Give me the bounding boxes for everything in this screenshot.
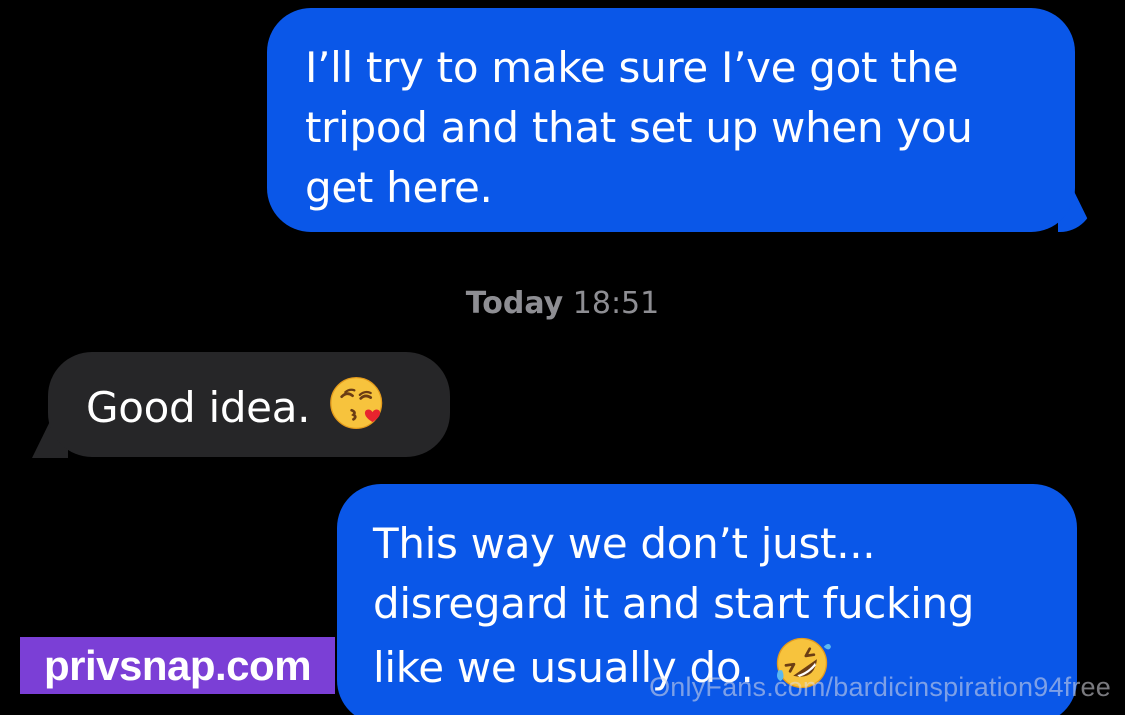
timestamp-divider: Today 18:51 (0, 284, 1125, 324)
message-text: Good idea. (86, 383, 311, 432)
site-label-badge: privsnap.com (20, 637, 335, 694)
received-message-bubble[interactable]: Good idea. (48, 352, 450, 457)
timestamp-time: 18:51 (572, 286, 660, 321)
watermark-text: OnlyFans.com/bardicinspiration94free (649, 672, 1111, 702)
timestamp-day: Today (465, 286, 564, 321)
face-blowing-kiss-emoji (330, 376, 383, 430)
message-text: I’ll try to make sure I’ve got the tripo… (305, 43, 973, 212)
message-thread: I’ll try to make sure I’ve got the tripo… (0, 0, 1125, 715)
bubble-tail-cutout (12, 402, 46, 446)
sent-message-bubble[interactable]: I’ll try to make sure I’ve got the tripo… (267, 8, 1075, 232)
message-text: This way we don’t just... disregard it a… (373, 519, 975, 692)
